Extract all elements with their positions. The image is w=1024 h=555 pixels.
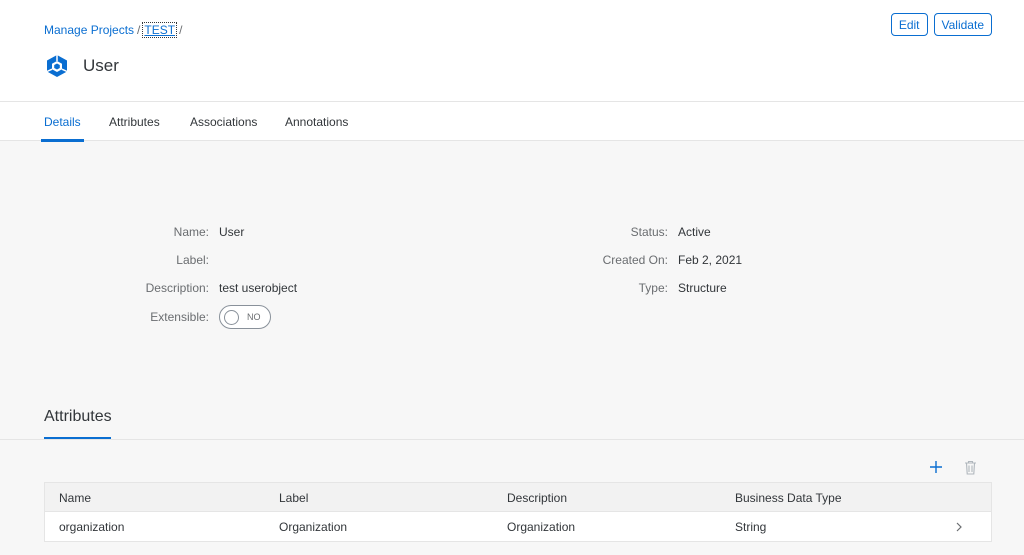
column-header-name: Name (59, 490, 92, 505)
table-row[interactable]: organization Organization Organization S… (45, 512, 991, 541)
section-divider (0, 439, 1024, 440)
tab-annotations[interactable]: Annotations (285, 102, 348, 141)
breadcrumb-separator: / (137, 23, 141, 37)
breadcrumb-separator: / (179, 23, 183, 37)
switch-knob (224, 309, 239, 325)
table-toolbar (926, 457, 980, 477)
field-description-label: Description: (145, 281, 209, 295)
table-header: Name Label Description Business Data Typ… (45, 483, 991, 512)
field-status-label: Status: (630, 225, 668, 239)
field-name-label: Name: (173, 225, 209, 239)
field-type: Type: Structure (520, 278, 727, 298)
title-row: User (44, 53, 119, 79)
header-actions: Edit Validate (890, 13, 992, 36)
tab-details[interactable]: Details (41, 102, 84, 142)
object-header: Manage Projects / TEST / User Edit Valid… (0, 0, 1024, 102)
attributes-table: Name Label Description Business Data Typ… (44, 482, 992, 542)
edit-button[interactable]: Edit (890, 13, 928, 36)
column-header-label: Label (279, 490, 309, 505)
delete-icon[interactable] (960, 457, 980, 477)
field-type-label: Type: (638, 281, 668, 295)
breadcrumb-manage-projects[interactable]: Manage Projects (44, 23, 134, 37)
validate-button[interactable]: Validate (933, 13, 992, 36)
cube-object-icon (44, 53, 70, 79)
field-created-on-value: Feb 2, 2021 (678, 253, 743, 267)
field-extensible-label: Extensible: (150, 310, 209, 324)
field-status-value: Active (678, 225, 711, 239)
switch-text: NO (247, 312, 261, 322)
field-created-on-label: Created On: (602, 253, 668, 267)
row-label: Organization (279, 519, 348, 534)
field-type-value: Structure (678, 281, 727, 295)
extensible-switch[interactable]: NO (219, 305, 271, 329)
breadcrumb-test[interactable]: TEST (142, 22, 178, 38)
field-status: Status: Active (520, 222, 711, 242)
tab-bar: Details Attributes Associations Annotati… (0, 102, 1024, 142)
attributes-section-title: Attributes (44, 408, 112, 425)
field-description-value: test userobject (219, 281, 298, 295)
row-name: organization (59, 519, 125, 534)
page-title: User (83, 56, 119, 75)
add-icon[interactable] (926, 457, 946, 477)
field-description: Description: test userobject (44, 278, 297, 298)
row-description: Organization (507, 519, 576, 534)
tab-attributes[interactable]: Attributes (109, 102, 160, 141)
breadcrumb: Manage Projects / TEST / (44, 22, 185, 38)
tab-associations[interactable]: Associations (190, 102, 257, 141)
field-name: Name: User (44, 222, 245, 242)
field-label-label: Label: (176, 253, 209, 267)
chevron-right-icon[interactable] (955, 512, 963, 541)
row-business-data-type: String (735, 519, 767, 534)
column-header-description: Description (507, 490, 568, 505)
column-header-business-data-type: Business Data Type (735, 490, 842, 505)
field-label: Label: (44, 250, 219, 270)
field-name-value: User (219, 225, 245, 239)
field-extensible: Extensible: NO (44, 305, 271, 329)
field-created-on: Created On: Feb 2, 2021 (520, 250, 742, 270)
